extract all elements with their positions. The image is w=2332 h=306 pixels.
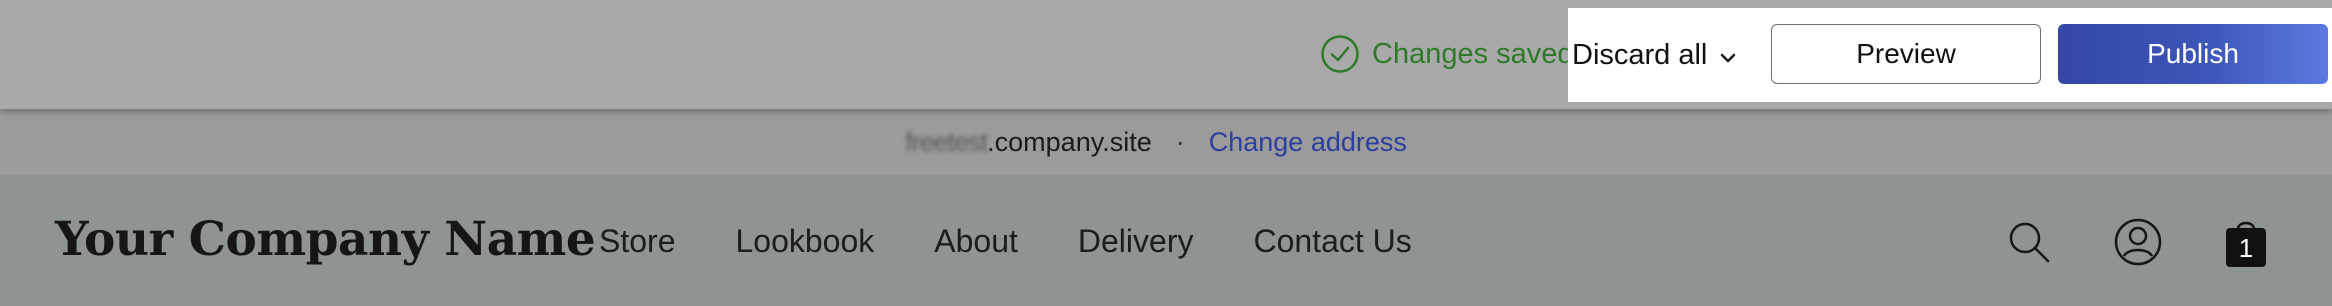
chevron-down-icon (1721, 53, 1736, 63)
editor-toolbar: Changes saved Discard all Preview Publis… (0, 0, 2332, 109)
site-nav: Store Lookbook About Delivery Contact Us (599, 223, 1472, 260)
site-domain: freetest .company.site (905, 127, 1152, 158)
nav-item-contact-us[interactable]: Contact Us (1253, 223, 1411, 260)
site-domain-suffix: .company.site (987, 126, 1152, 157)
discard-all-label: Discard all (1572, 38, 1708, 71)
save-status-text: Changes saved (1372, 37, 1574, 70)
cart-button[interactable]: 1 (2222, 217, 2270, 269)
cart-count-badge: 1 (2238, 233, 2254, 263)
change-address-link[interactable]: Change address (1209, 127, 1407, 158)
site-logo[interactable]: Your Company Name (55, 212, 596, 267)
search-icon[interactable] (2006, 219, 2052, 265)
toolbar-actions: Discard all Preview Publish (1568, 8, 2332, 102)
separator-dot: · (1175, 126, 1185, 157)
nav-item-store[interactable]: Store (599, 223, 675, 260)
nav-item-lookbook[interactable]: Lookbook (735, 223, 874, 260)
preview-button[interactable]: Preview (1771, 24, 2041, 84)
account-icon[interactable] (2113, 217, 2163, 267)
discard-all-dropdown[interactable]: Discard all (1572, 8, 1737, 102)
site-subdomain: freetest (905, 126, 988, 157)
save-status: Changes saved (1320, 30, 1574, 78)
site-address-bar: freetest .company.site · Change address (0, 109, 2332, 175)
publish-button[interactable]: Publish (2058, 24, 2328, 84)
nav-item-delivery[interactable]: Delivery (1078, 223, 1194, 260)
nav-item-about[interactable]: About (934, 223, 1018, 260)
check-circle-icon (1321, 35, 1359, 73)
site-header: Your Company Name Store Lookbook About D… (0, 175, 2332, 306)
